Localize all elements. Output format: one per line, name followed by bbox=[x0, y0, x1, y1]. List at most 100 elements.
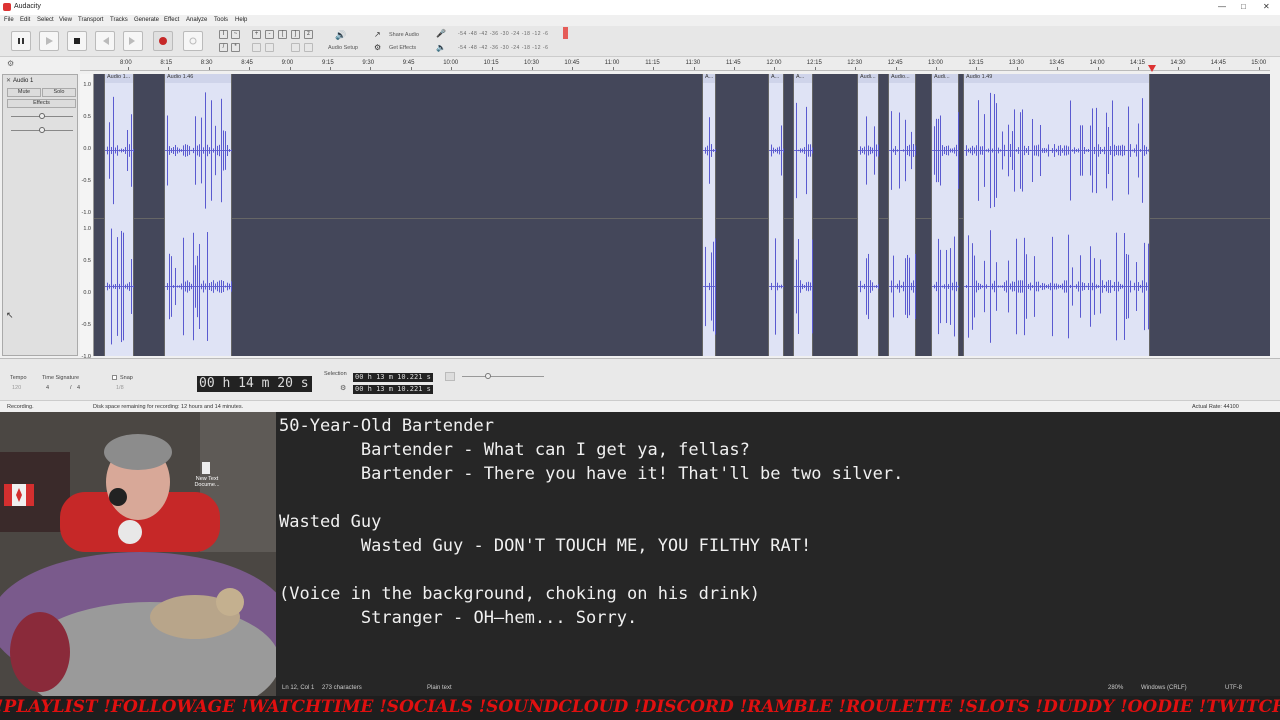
menu-edit[interactable]: Edit bbox=[20, 17, 30, 23]
script-line-5: Wasted Guy bbox=[279, 512, 382, 532]
redo-icon[interactable] bbox=[304, 43, 313, 52]
script-line-1: 50-Year-Old Bartender bbox=[279, 416, 494, 436]
speaker-icon[interactable]: 🔊 bbox=[335, 30, 346, 41]
ruler-tick-mark bbox=[1259, 67, 1261, 70]
clip-name[interactable]: Audio 1.46 bbox=[165, 74, 231, 83]
get-effects-label[interactable]: Get Effects bbox=[389, 45, 416, 51]
selection-end-field[interactable]: 00 h 13 m 10.221 s bbox=[353, 385, 433, 394]
audio-clip[interactable]: A... bbox=[793, 74, 813, 356]
ruler-tick-mark bbox=[370, 67, 372, 70]
pause-button[interactable] bbox=[11, 31, 31, 51]
ruler-tick-mark bbox=[249, 67, 251, 70]
maximize-icon[interactable]: □ bbox=[1241, 2, 1246, 11]
fit-project-icon[interactable]: ] bbox=[291, 30, 300, 39]
character-count: 273 characters bbox=[322, 685, 362, 691]
clip-name[interactable]: Audio... bbox=[889, 74, 915, 83]
audio-clip[interactable]: Audio 1.46 bbox=[164, 74, 232, 356]
track-close-icon[interactable]: ✕ bbox=[6, 77, 11, 84]
play-at-speed-button[interactable] bbox=[445, 372, 455, 381]
snap-checkbox[interactable] bbox=[112, 375, 117, 380]
effects-button[interactable]: Effects bbox=[7, 99, 76, 108]
record-meter-scale: -54 -48 -42 -36 -30 -24 -18 -12 -6 bbox=[458, 31, 549, 37]
tempo-value[interactable]: 120 bbox=[12, 385, 21, 391]
menu-select[interactable]: Select bbox=[37, 17, 54, 23]
envelope-tool-icon[interactable]: ~ bbox=[231, 30, 240, 39]
mute-button[interactable]: Mute bbox=[7, 88, 41, 97]
menu-tracks[interactable]: Tracks bbox=[110, 17, 128, 23]
record-button[interactable] bbox=[153, 31, 173, 51]
ruler-tick-label: 11:15 bbox=[645, 60, 660, 66]
multi-tool-icon[interactable]: * bbox=[231, 43, 240, 52]
audio-clip[interactable]: Audi... bbox=[931, 74, 959, 356]
menu-tools[interactable]: Tools bbox=[214, 17, 228, 23]
track-waveform-area[interactable]: 1.0 0.5 0.0 -0.5 -1.0 1.0 0.5 0.0 -0.5 -1.0 Audio… bbox=[80, 74, 1270, 360]
play-button[interactable] bbox=[39, 31, 59, 51]
timeline-ruler[interactable]: 8:00 8:15 8:30 8:45 9:00 9:15 9:30 9:45 10:00 10:… bbox=[80, 57, 1270, 71]
menu-help[interactable]: Help bbox=[235, 17, 247, 23]
menu-transport[interactable]: Transport bbox=[78, 17, 103, 23]
time-signature-label: Time Signature bbox=[42, 375, 80, 381]
solo-button[interactable]: Solo bbox=[42, 88, 76, 97]
play-speed-thumb[interactable] bbox=[485, 373, 491, 379]
track-name[interactable]: Audio 1 bbox=[13, 78, 33, 84]
selection-tool-icon[interactable]: I bbox=[219, 30, 228, 39]
ruler-tick-label: 15:00 bbox=[1251, 60, 1267, 66]
menu-file[interactable]: File bbox=[4, 17, 14, 23]
notepad-window[interactable]: 50-Year-Old Bartender Bartender - What c… bbox=[276, 412, 1280, 696]
audio-clip[interactable]: Audio... bbox=[888, 74, 916, 356]
audio-clip[interactable]: A... bbox=[768, 74, 784, 356]
webcam-feed: New Text Docume... bbox=[0, 412, 276, 696]
audio-clip[interactable]: Audio 1.49 bbox=[963, 74, 1150, 356]
trim-icon[interactable] bbox=[252, 43, 261, 52]
timeline-options-icon[interactable]: ⚙ bbox=[7, 59, 14, 68]
pan-slider-thumb[interactable] bbox=[39, 127, 45, 133]
audio-clip[interactable]: Audio 1... bbox=[104, 74, 134, 356]
audio-clip[interactable]: A... bbox=[702, 74, 716, 356]
zoom-out-icon[interactable]: - bbox=[265, 30, 274, 39]
minimize-icon[interactable]: — bbox=[1218, 2, 1226, 11]
share-icon[interactable]: ↗ bbox=[374, 30, 381, 39]
snap-value[interactable]: 1/8 bbox=[116, 385, 124, 391]
audio-setup-label[interactable]: Audio Setup bbox=[328, 45, 358, 51]
script-line-8: (Voice in the background, choking on his… bbox=[279, 584, 761, 604]
draw-tool-icon[interactable]: / bbox=[219, 43, 228, 52]
clip-name[interactable]: Audio 1.49 bbox=[964, 74, 1149, 83]
script-line-9: Stranger - OH—hem... Sorry. bbox=[279, 608, 638, 628]
time-display[interactable]: 00 h 14 m 20 s bbox=[197, 376, 312, 392]
line-endings: Windows (CRLF) bbox=[1141, 685, 1187, 691]
menu-view[interactable]: View bbox=[59, 17, 72, 23]
clip-name[interactable]: Audi... bbox=[932, 74, 958, 83]
skip-start-button[interactable] bbox=[95, 31, 115, 51]
clip-name[interactable]: Audi... bbox=[858, 74, 878, 83]
clip-name[interactable]: A... bbox=[794, 74, 812, 83]
time-signature-denominator[interactable]: 4 bbox=[77, 385, 80, 391]
gain-slider-thumb[interactable] bbox=[39, 113, 45, 119]
fit-selection-icon[interactable]: [ bbox=[278, 30, 287, 39]
time-signature-numerator[interactable]: 4 bbox=[46, 385, 49, 391]
menu-effect[interactable]: Effect bbox=[164, 17, 179, 23]
stop-button[interactable] bbox=[67, 31, 87, 51]
share-audio-label[interactable]: Share Audio bbox=[389, 32, 419, 38]
zoom-in-icon[interactable]: + bbox=[252, 30, 261, 39]
menu-generate[interactable]: Generate bbox=[134, 17, 159, 23]
desktop-icon-label[interactable]: New Text Docume... bbox=[192, 476, 222, 488]
ruler-tick-mark bbox=[572, 67, 574, 70]
plugin-icon[interactable]: ⚙ bbox=[374, 43, 381, 52]
undo-icon[interactable] bbox=[291, 43, 300, 52]
silence-icon[interactable] bbox=[265, 43, 274, 52]
clip-name[interactable]: A... bbox=[769, 74, 783, 83]
selection-start-field[interactable]: 00 h 13 m 10.221 s bbox=[353, 373, 433, 382]
close-icon[interactable]: ✕ bbox=[1263, 2, 1270, 11]
loop-button[interactable] bbox=[183, 31, 203, 51]
menu-analyze[interactable]: Analyze bbox=[186, 17, 207, 23]
ruler-tick-label: 13:15 bbox=[968, 60, 984, 66]
zoom-toggle-icon[interactable]: z bbox=[304, 30, 313, 39]
audio-clip[interactable]: Audi... bbox=[857, 74, 879, 356]
play-speed-slider[interactable] bbox=[462, 376, 544, 377]
skip-end-button[interactable] bbox=[123, 31, 143, 51]
script-line-2: Bartender - What can I get ya, fellas? bbox=[279, 440, 750, 460]
ruler-tick-label: 14:15 bbox=[1130, 60, 1146, 66]
clip-name[interactable]: A... bbox=[703, 74, 715, 83]
clip-name[interactable]: Audio 1... bbox=[105, 74, 133, 83]
selection-settings-icon[interactable]: ⚙ bbox=[340, 384, 346, 392]
